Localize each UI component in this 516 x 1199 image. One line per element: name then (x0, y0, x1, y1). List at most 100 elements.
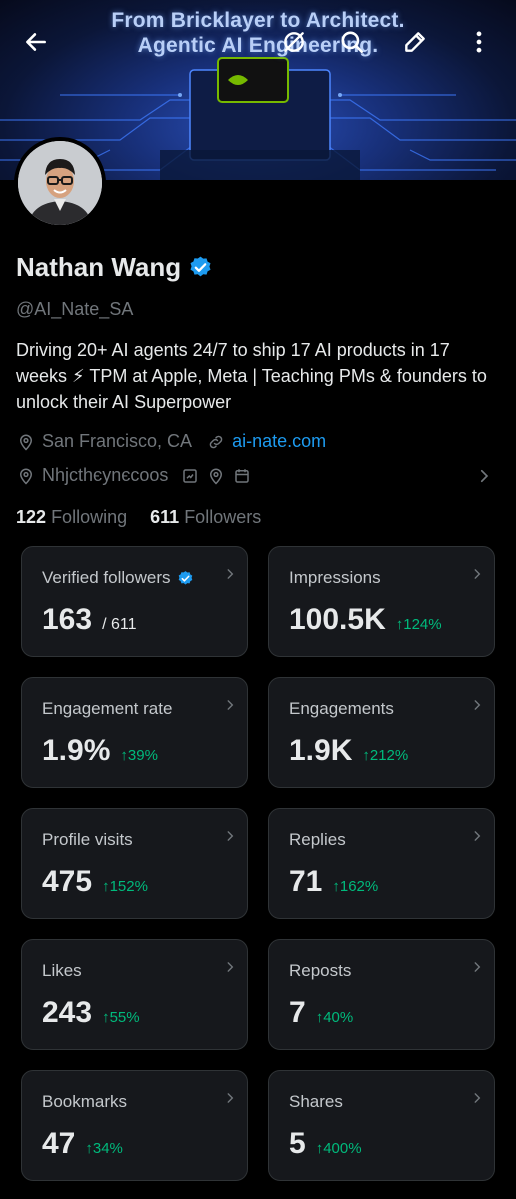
stat-label: Verified followers (42, 568, 194, 588)
stat-card-profile-visits[interactable]: Profile visits 475 ↑152% (21, 808, 248, 919)
more-vertical-icon (466, 29, 492, 55)
stat-label-text: Engagement rate (42, 699, 173, 718)
stat-label: Profile visits (42, 830, 133, 850)
stat-value-row: 475 ↑152% (42, 865, 148, 899)
following-count: 122 (16, 507, 47, 527)
stat-value-row: 71 ↑162% (289, 865, 378, 899)
profile-name-row: Nathan Wang (16, 252, 213, 283)
stat-label-text: Likes (42, 961, 82, 980)
banner-line-2: Agentic AI Engineering. (137, 34, 379, 57)
stat-label: Impressions (289, 568, 381, 588)
stat-delta: ↑212% (362, 747, 409, 764)
search-icon (339, 29, 365, 55)
stat-delta: ↑162% (332, 878, 379, 895)
stat-delta: ↑40% (315, 1009, 354, 1026)
followers-link[interactable]: 611 Followers (150, 507, 261, 527)
location-icon (16, 432, 36, 452)
stat-value-row: 47 ↑34% (42, 1127, 123, 1161)
stat-value-row: 243 ↑55% (42, 996, 140, 1030)
stat-delta: ↑124% (395, 616, 442, 633)
stat-value-row: 163 / 611 (42, 603, 136, 637)
stat-delta: ↑55% (102, 1009, 140, 1026)
stat-total: / 611 (102, 616, 137, 633)
stat-label: Engagement rate (42, 699, 172, 719)
stat-card-reposts[interactable]: Reposts 7 ↑40% (268, 939, 495, 1050)
stat-card-engagement-rate[interactable]: Engagement rate 1.9% ↑39% (21, 677, 248, 788)
stat-card-shares[interactable]: Shares 5 ↑400% (268, 1070, 495, 1181)
grok-button[interactable] (277, 25, 311, 59)
stat-value: 163 (42, 603, 93, 636)
stat-value: 7 (289, 996, 306, 1029)
profile-meta-text: Nhjcthєynєcoos (42, 465, 169, 485)
profile-website-link[interactable]: ai-nate.com (232, 431, 326, 452)
back-arrow-icon (23, 29, 49, 55)
stat-value-row: 100.5K ↑124% (289, 603, 442, 637)
stat-value-row: 1.9% ↑39% (42, 734, 158, 768)
stat-card-impressions[interactable]: Impressions 100.5K ↑124% (268, 546, 495, 657)
stat-value-row: 1.9K ↑212% (289, 734, 408, 768)
following-label: Following (51, 507, 128, 527)
avatar[interactable] (14, 137, 106, 229)
stat-label-text: Verified followers (42, 568, 171, 587)
stat-label-text: Replies (289, 830, 346, 849)
stat-value: 5 (289, 1127, 306, 1160)
chevron-right-icon (470, 567, 484, 586)
profile-location: San Francisco, CA (42, 431, 193, 451)
stat-value-row: 7 ↑40% (289, 996, 353, 1030)
stat-delta: ↑39% (120, 747, 158, 764)
chevron-right-icon (223, 567, 237, 586)
stat-card-bookmarks[interactable]: Bookmarks 47 ↑34% (21, 1070, 248, 1181)
stat-value: 100.5K (289, 603, 386, 636)
stat-value: 1.9K (289, 734, 353, 767)
professional-category-icon (180, 466, 200, 486)
chevron-right-icon (470, 1091, 484, 1110)
verified-badge-icon[interactable] (188, 255, 213, 280)
stat-label-text: Bookmarks (42, 1092, 128, 1111)
stat-label-text: Shares (289, 1092, 343, 1111)
edit-icon (402, 29, 428, 55)
stat-card-verified-followers[interactable]: Verified followers 163 / 611 (21, 546, 248, 657)
chevron-right-icon (223, 960, 237, 979)
stat-label-text: Engagements (289, 699, 394, 718)
stat-label-text: Profile visits (42, 830, 133, 849)
stat-value: 1.9% (42, 734, 111, 767)
stat-label: Reposts (289, 961, 351, 981)
stat-card-likes[interactable]: Likes 243 ↑55% (21, 939, 248, 1050)
location-small-icon (206, 466, 226, 486)
search-button[interactable] (335, 25, 369, 59)
stat-label: Replies (289, 830, 346, 850)
profile-bio: Driving 20+ AI agents 24/7 to ship 17 AI… (16, 340, 487, 412)
profile-handle: @AI_Nate_SA (16, 299, 134, 319)
banner-line-1: From Bricklayer to Architect. (111, 9, 405, 32)
more-button[interactable] (462, 25, 496, 59)
stat-value: 71 (289, 865, 323, 898)
verified-badge-icon (177, 570, 194, 587)
profile-meta-row: San Francisco, CA ai-nate.com (16, 431, 326, 452)
profile-meta-row-2: Nhjcthєynєcoos (16, 465, 500, 486)
chevron-right-icon (223, 698, 237, 717)
chevron-right-icon (223, 829, 237, 848)
chevron-right-icon (470, 960, 484, 979)
stat-label-text: Reposts (289, 961, 352, 980)
stat-label: Likes (42, 961, 82, 981)
stat-value: 243 (42, 996, 93, 1029)
following-link[interactable]: 122 Following (16, 507, 127, 527)
stat-delta: ↑400% (315, 1140, 362, 1157)
edit-button[interactable] (398, 25, 432, 59)
expand-chevron-icon[interactable] (474, 466, 494, 486)
followers-count: 611 (150, 507, 180, 527)
stat-label: Bookmarks (42, 1092, 127, 1112)
chevron-right-icon (223, 1091, 237, 1110)
stat-label-text: Impressions (289, 568, 381, 587)
stat-value: 475 (42, 865, 93, 898)
calendar-icon (232, 466, 252, 486)
back-button[interactable] (19, 25, 53, 59)
stat-card-engagements[interactable]: Engagements 1.9K ↑212% (268, 677, 495, 788)
chevron-right-icon (470, 829, 484, 848)
link-icon (206, 432, 226, 452)
stat-label: Engagements (289, 699, 394, 719)
follow-counts: 122 Following 611 Followers (16, 507, 261, 528)
stat-card-replies[interactable]: Replies 71 ↑162% (268, 808, 495, 919)
stat-value-row: 5 ↑400% (289, 1127, 362, 1161)
chevron-right-icon (470, 698, 484, 717)
